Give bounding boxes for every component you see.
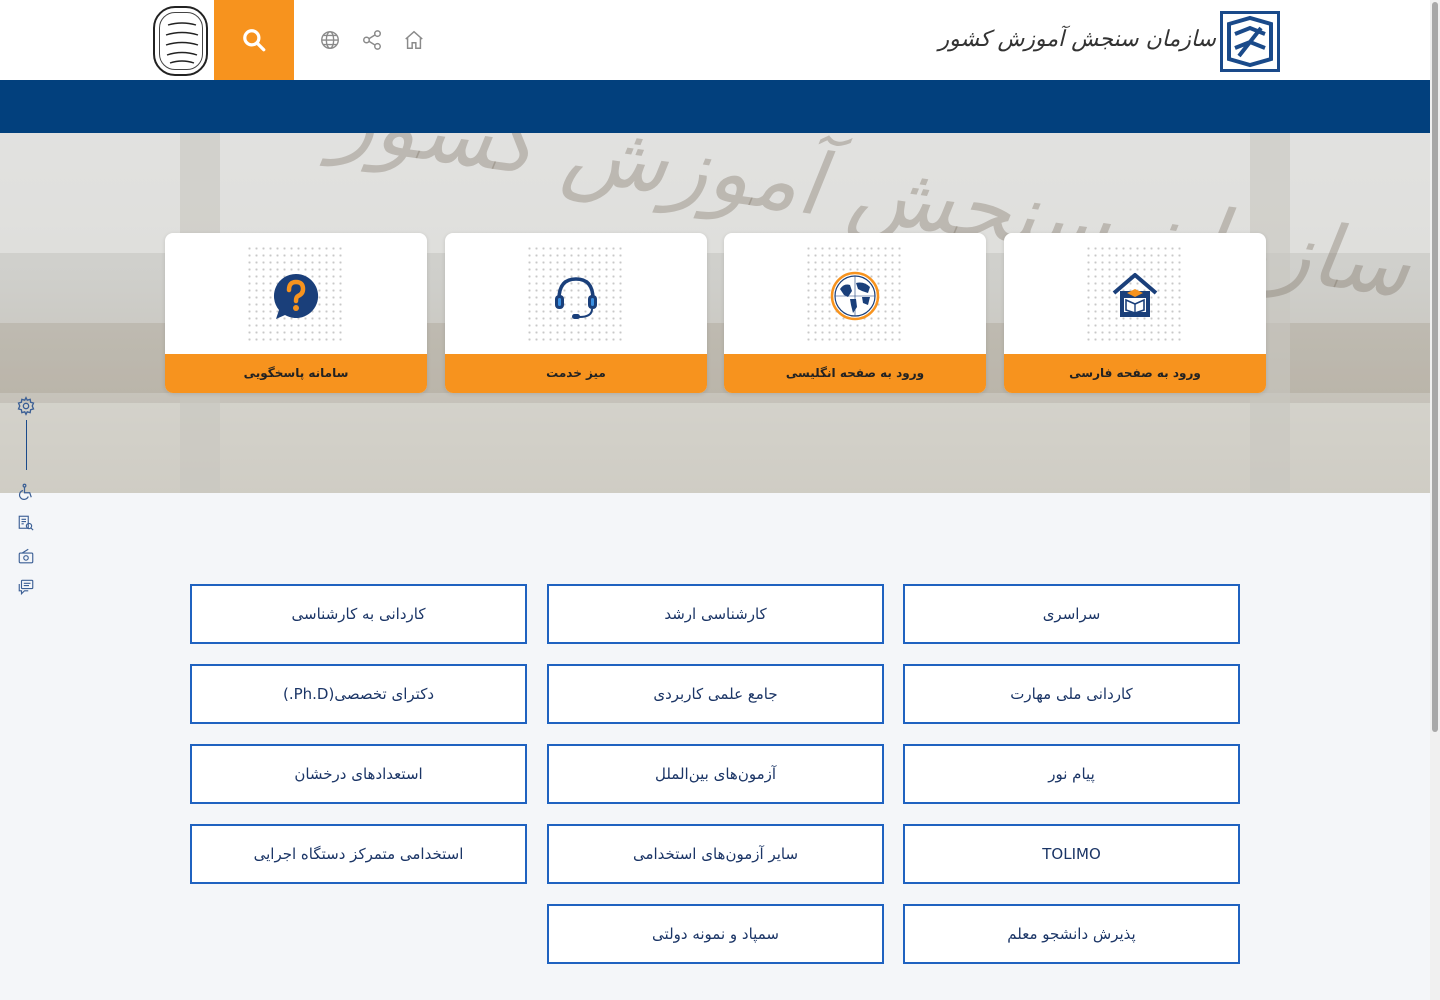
- house-graduation-icon: [1110, 271, 1160, 321]
- scrollbar-thumb[interactable]: [1432, 2, 1438, 732]
- card-label: ورود به صفحه فارسی: [1004, 354, 1266, 393]
- card-label: میز خدمت: [445, 354, 707, 393]
- exam-button-applied-science[interactable]: جامع علمی کاربردی: [547, 664, 884, 724]
- exam-button-international[interactable]: آزمون‌های بین‌الملل: [547, 744, 884, 804]
- emblem-seal: [153, 6, 208, 76]
- home-icon[interactable]: [402, 28, 426, 52]
- headset-icon: [551, 271, 601, 321]
- settings-icon[interactable]: [16, 396, 36, 416]
- card-service-desk[interactable]: میز خدمت: [445, 233, 707, 393]
- card-label: سامانه پاسخگویی: [165, 354, 427, 393]
- exam-button-talents[interactable]: استعدادهای درخشان: [190, 744, 527, 804]
- exam-button-associate-to-bachelor[interactable]: کاردانی به کارشناسی: [190, 584, 527, 644]
- search-button[interactable]: [214, 0, 294, 80]
- exam-button-centralized-employment[interactable]: استخدامی متمرکز دستگاه اجرایی: [190, 824, 527, 884]
- brand-text[interactable]: سازمان سنجش آموزش کشور: [938, 20, 1216, 60]
- search-icon: [243, 29, 266, 52]
- header: سازمان سنجش آموزش کشور: [0, 0, 1430, 80]
- card-persian-site[interactable]: ورود به صفحه فارسی: [1004, 233, 1266, 393]
- logo-icon[interactable]: [1220, 11, 1280, 72]
- exam-button-sarasari[interactable]: سراسری: [903, 584, 1240, 644]
- hero-banner: سازمان سنجش آموزش کشور ورود به صفحه فارس…: [0, 133, 1430, 493]
- exam-button-sampad[interactable]: سمپاد و نمونه دولتی: [547, 904, 884, 964]
- exam-button-tolimo[interactable]: TOLIMO: [903, 824, 1240, 884]
- navigation-bar: [0, 80, 1430, 133]
- globe-icon[interactable]: [318, 28, 342, 52]
- exam-button-teacher-student[interactable]: پذیرش دانشجو معلم: [903, 904, 1240, 964]
- wheelchair-icon[interactable]: [16, 482, 36, 502]
- exam-button-national-skill[interactable]: کاردانی ملی مهارت: [903, 664, 1240, 724]
- exam-button-phd[interactable]: دکترای تخصصی(Ph.D.): [190, 664, 527, 724]
- exam-button-other-employment[interactable]: سایر آزمون‌های استخدامی: [547, 824, 884, 884]
- exam-button-payam-noor[interactable]: پیام نور: [903, 744, 1240, 804]
- question-bubble-icon: [271, 271, 321, 321]
- document-search-icon[interactable]: [16, 513, 36, 533]
- card-english-site[interactable]: ورود به صفحه انگلیسی: [724, 233, 986, 393]
- chat-icon[interactable]: [16, 577, 36, 597]
- card-answering-system[interactable]: سامانه پاسخگویی: [165, 233, 427, 393]
- globe-world-icon: [830, 271, 880, 321]
- share-icon[interactable]: [360, 28, 384, 52]
- toolbar-divider: [26, 420, 27, 470]
- card-label: ورود به صفحه انگلیسی: [724, 354, 986, 393]
- exam-button-masters[interactable]: کارشناسی ارشد: [547, 584, 884, 644]
- radio-icon[interactable]: [16, 546, 36, 566]
